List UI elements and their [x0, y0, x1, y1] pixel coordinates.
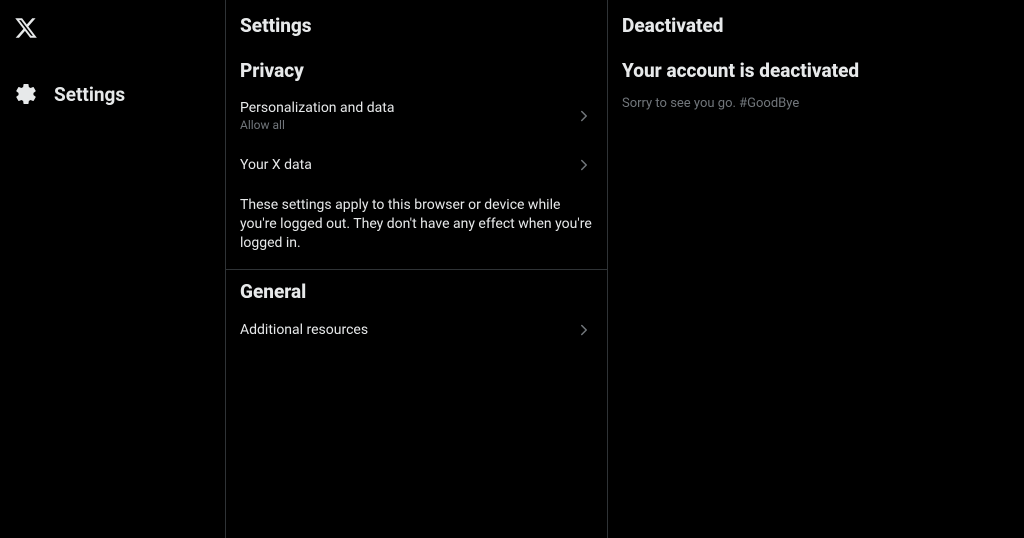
chevron-right-icon — [575, 321, 593, 339]
nav-item-settings[interactable]: Settings — [0, 72, 225, 116]
list-item-subtitle: Allow all — [240, 118, 394, 132]
list-item-text: Your X data — [240, 157, 312, 173]
detail-title: Deactivated — [622, 14, 1010, 37]
privacy-item-personalization[interactable]: Personalization and data Allow all — [226, 88, 607, 144]
gear-icon — [14, 82, 38, 106]
nav-label-settings: Settings — [54, 83, 125, 106]
list-item-title: Additional resources — [240, 322, 368, 338]
general-section-title: General — [226, 270, 607, 309]
general-item-additional-resources[interactable]: Additional resources — [226, 309, 607, 351]
detail-body: Sorry to see you go. #GoodBye — [608, 88, 1024, 119]
list-item-text: Additional resources — [240, 322, 368, 338]
detail-header: Deactivated — [608, 0, 1024, 49]
detail-column: Deactivated Your account is deactivated … — [608, 0, 1024, 538]
settings-title: Settings — [240, 14, 593, 37]
privacy-item-your-x-data[interactable]: Your X data — [226, 144, 607, 186]
chevron-right-icon — [575, 107, 593, 125]
privacy-description: These settings apply to this browser or … — [226, 186, 607, 269]
x-logo-icon — [14, 16, 38, 40]
list-item-text: Personalization and data Allow all — [240, 100, 394, 132]
settings-column: Settings Privacy Personalization and dat… — [226, 0, 608, 538]
logo-container[interactable] — [0, 8, 225, 52]
detail-subheading: Your account is deactivated — [608, 49, 1024, 88]
chevron-right-icon — [575, 156, 593, 174]
list-item-title: Personalization and data — [240, 100, 394, 116]
privacy-section-title: Privacy — [226, 49, 607, 88]
list-item-title: Your X data — [240, 157, 312, 173]
sidebar-left: Settings — [0, 0, 226, 538]
settings-header: Settings — [226, 0, 607, 49]
